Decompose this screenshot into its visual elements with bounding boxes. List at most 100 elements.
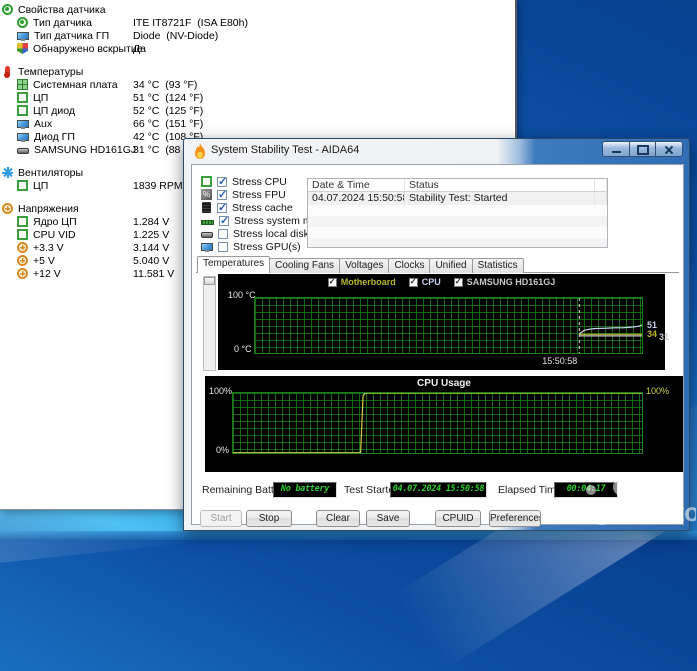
sensor-row[interactable]: Тип датчика ITE IT8721F (ISA E80h) — [0, 16, 515, 29]
legend-label: Motherboard — [340, 277, 396, 287]
sensor-row[interactable]: Aux 66 °C (151 °F) — [0, 117, 515, 130]
legend-checkbox[interactable] — [408, 277, 418, 287]
tab-temperatures[interactable]: Temperatures — [197, 256, 271, 273]
tab-unified[interactable]: Unified — [429, 258, 473, 273]
status-row: Remaining Battery: No battery Test Start… — [192, 482, 683, 498]
log-empty-row — [308, 227, 607, 238]
legend-checkbox[interactable] — [327, 277, 337, 287]
y-axis-max-label: 100% — [209, 386, 233, 396]
sensor-value: 34 °C (93 °F) — [133, 78, 198, 91]
temperature-graph-panel: Motherboard CPU SAMSUNG HD161GJ 100 °C 0 °… — [218, 274, 669, 370]
log-status — [595, 192, 607, 205]
shield-icon — [17, 43, 28, 54]
sensor-value: 1.225 V — [133, 228, 170, 241]
disk-icon — [201, 231, 213, 238]
log-status: Stability Test: Started — [405, 192, 595, 205]
checkbox[interactable] — [217, 175, 227, 188]
sensor-row[interactable]: Тип датчика ГП Diode (NV-Diode) — [0, 29, 515, 42]
sensor-label: ЦП диод — [33, 104, 75, 117]
sensor-row[interactable]: ЦП диод 52 °C (125 °F) — [0, 104, 515, 117]
sensor-value: ITE IT8721F (ISA E80h) — [133, 16, 248, 29]
fan-icon — [2, 167, 13, 178]
checkbox[interactable] — [217, 188, 227, 201]
tab-cooling-fans[interactable]: Cooling Fans — [269, 258, 341, 273]
gpu-monitor-icon — [17, 133, 29, 142]
series-end-value: 51 — [647, 319, 658, 330]
sensor-value: Да — [133, 42, 146, 55]
log-empty-row — [308, 216, 607, 227]
tab-clocks[interactable]: Clocks — [388, 258, 431, 273]
log-table-header: Date & Time Status — [308, 179, 607, 192]
sensor-row[interactable]: ЦП 51 °C (124 °F) — [0, 91, 515, 104]
log-table[interactable]: Date & Time Status 04.07.2024 15:50:58 Sta… — [307, 178, 608, 248]
tab-voltages[interactable]: Voltages — [339, 258, 390, 273]
stop-button[interactable]: Stop — [246, 510, 292, 527]
gpu-monitor-icon — [201, 243, 213, 252]
sensor-label: SAMSUNG HD161GJ — [34, 143, 137, 156]
sensor-section-header[interactable]: Свойства датчика — [0, 3, 515, 16]
test-start-time-label: 15:50:58 — [542, 356, 578, 366]
clear-button[interactable]: Clear — [316, 510, 360, 527]
sensor-label: Диод ГП — [34, 130, 75, 143]
tab-statistics[interactable]: Statistics — [471, 258, 524, 273]
sensor-label: +3.3 V — [33, 241, 64, 254]
thermometer-icon — [4, 66, 10, 78]
stress-option-label: Stress FPU — [232, 188, 286, 201]
sensor-label: ЦП — [33, 91, 49, 104]
stress-option-label: Stress cache — [232, 201, 293, 214]
log-column-header[interactable] — [595, 179, 607, 192]
temperature-legend: Motherboard CPU SAMSUNG HD161GJ — [218, 277, 665, 287]
sensor-row[interactable]: Системная плата 34 °C (93 °F) — [0, 78, 515, 91]
sensor-row[interactable]: Обнаружено вскрытие кор...Да — [0, 42, 515, 55]
series-end-value: 34 — [647, 329, 658, 340]
log-datetime: 04.07.2024 15:50:58 — [308, 192, 405, 205]
close-button[interactable] — [655, 141, 683, 157]
y-axis-min-label: 0% — [216, 445, 230, 455]
temperature-lines — [578, 298, 642, 353]
minimize-button[interactable] — [602, 141, 630, 157]
sensor-icon — [17, 17, 28, 28]
sensor-value: 66 °C (151 °F) — [133, 117, 204, 130]
sensor-label: +12 V — [33, 267, 61, 280]
graph-scrollbar-thumb[interactable] — [204, 277, 215, 285]
graph-scrollbar[interactable] — [203, 276, 216, 371]
maximize-button[interactable] — [630, 141, 655, 157]
stress-option-label: Stress CPU — [232, 175, 287, 188]
log-row[interactable]: 04.07.2024 15:50:58 Stability Test: Start… — [308, 192, 607, 205]
y-axis-right-label: 100% — [646, 386, 670, 396]
window-title: System Stability Test - AIDA64 — [211, 144, 360, 156]
elapsed-time-value: 00:04:17 — [554, 482, 618, 498]
checkbox[interactable] — [217, 201, 227, 214]
start-button[interactable]: Start — [200, 510, 242, 527]
checkbox[interactable] — [218, 241, 228, 252]
sensor-value: 3.144 V — [133, 241, 170, 254]
stress-option-label: Stress local disks — [233, 227, 315, 240]
sensor-label: Системная плата — [33, 78, 118, 91]
sensor-label: ЦП — [33, 179, 49, 192]
sensor-label: Тип датчика — [33, 16, 92, 29]
cpu-usage-title: CPU Usage — [417, 378, 471, 389]
cpuid-button[interactable]: CPUID — [435, 510, 481, 527]
sensor-section-header[interactable]: Температуры — [0, 65, 515, 78]
y-axis-max-label: 100 °C — [228, 290, 256, 300]
sensor-label: Тип датчика ГП — [34, 29, 110, 42]
legend-label: CPU — [421, 277, 441, 287]
cpu-icon — [17, 92, 28, 103]
log-column-header[interactable]: Status — [405, 179, 595, 192]
cpu-icon — [17, 105, 28, 116]
cpu-icon — [17, 180, 28, 191]
sensor-value: 5.040 V — [133, 254, 170, 267]
sensor-label: Aux — [34, 117, 53, 130]
checkbox[interactable] — [219, 214, 229, 227]
motherboard-icon — [17, 79, 28, 90]
cpu-icon — [201, 176, 212, 187]
legend-checkbox[interactable] — [453, 277, 463, 287]
sensor-label: CPU VID — [33, 228, 76, 241]
log-column-header[interactable]: Date & Time — [308, 179, 405, 192]
checkbox[interactable] — [218, 228, 228, 239]
title-bar[interactable]: System Stability Test - AIDA64 — [184, 139, 689, 163]
preferences-button[interactable]: Preferences — [489, 510, 541, 527]
save-button[interactable]: Save — [366, 510, 410, 527]
sensor-value: Diode (NV-Diode) — [133, 29, 219, 42]
